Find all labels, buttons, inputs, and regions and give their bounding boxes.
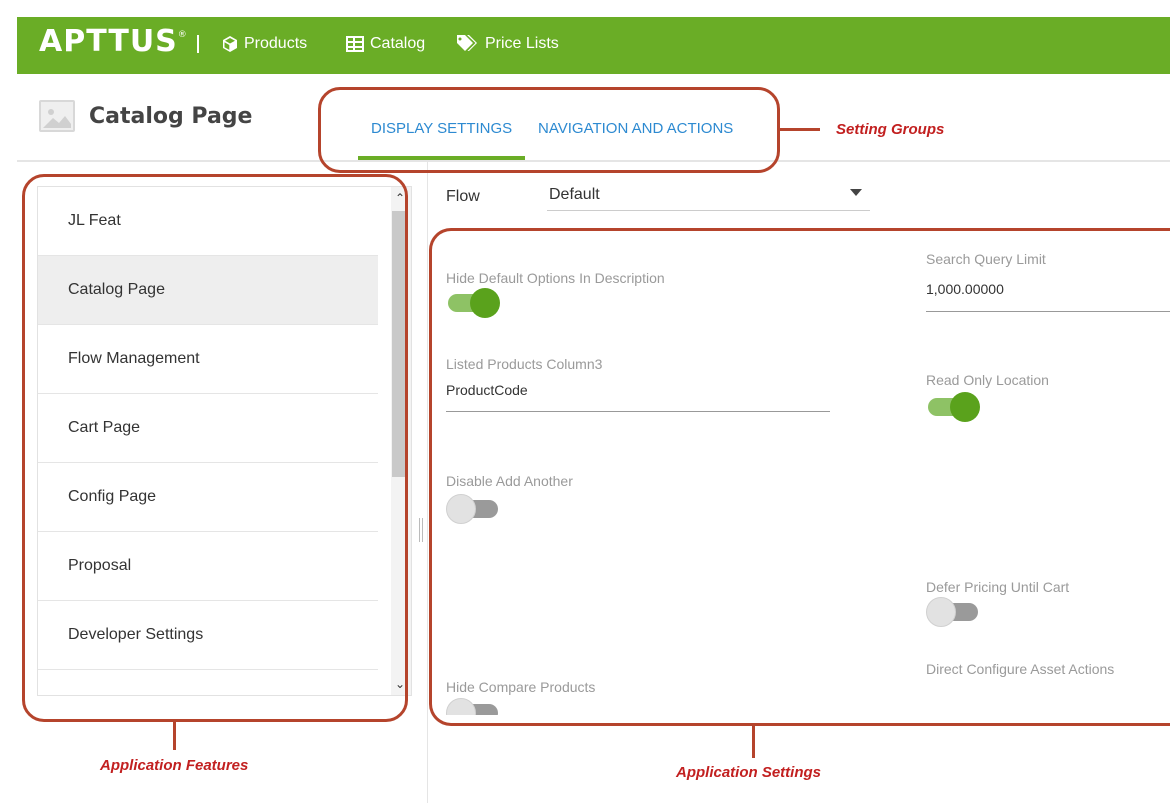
top-nav-bar: APTTUS® Products Catalog Price Lists — [17, 17, 1170, 74]
apttus-logo[interactable]: APTTUS® — [39, 24, 188, 59]
page-title-text: Catalog Page — [89, 103, 253, 129]
nav-price-lists-label: Price Lists — [485, 35, 559, 52]
page-title: Catalog Page — [39, 100, 252, 132]
flow-select[interactable]: Default — [547, 183, 870, 211]
application-settings-pointer — [752, 726, 755, 758]
nav-price-lists[interactable]: Price Lists — [457, 35, 559, 53]
nav-products[interactable]: Products — [222, 35, 307, 53]
application-settings-highlight — [429, 228, 1170, 726]
chevron-down-icon — [850, 189, 862, 196]
application-settings-annotation: Application Settings — [676, 764, 822, 781]
setting-groups-annotation: Setting Groups — [836, 121, 945, 138]
image-icon — [39, 100, 75, 132]
application-features-pointer — [173, 722, 176, 750]
nav-products-label: Products — [244, 35, 308, 52]
tag-icon — [457, 35, 477, 51]
flow-select-value: Default — [549, 186, 600, 203]
nav-separator — [197, 35, 199, 53]
grid-icon — [346, 36, 364, 52]
nav-catalog[interactable]: Catalog — [346, 35, 425, 53]
cube-icon — [223, 36, 237, 52]
application-features-highlight — [22, 174, 408, 722]
application-features-annotation: Application Features — [100, 757, 249, 774]
setting-groups-pointer — [780, 128, 820, 131]
panel-resize-handle[interactable] — [419, 518, 423, 542]
nav-catalog-label: Catalog — [370, 35, 426, 52]
setting-groups-highlight — [318, 87, 780, 173]
flow-label: Flow — [446, 188, 480, 205]
